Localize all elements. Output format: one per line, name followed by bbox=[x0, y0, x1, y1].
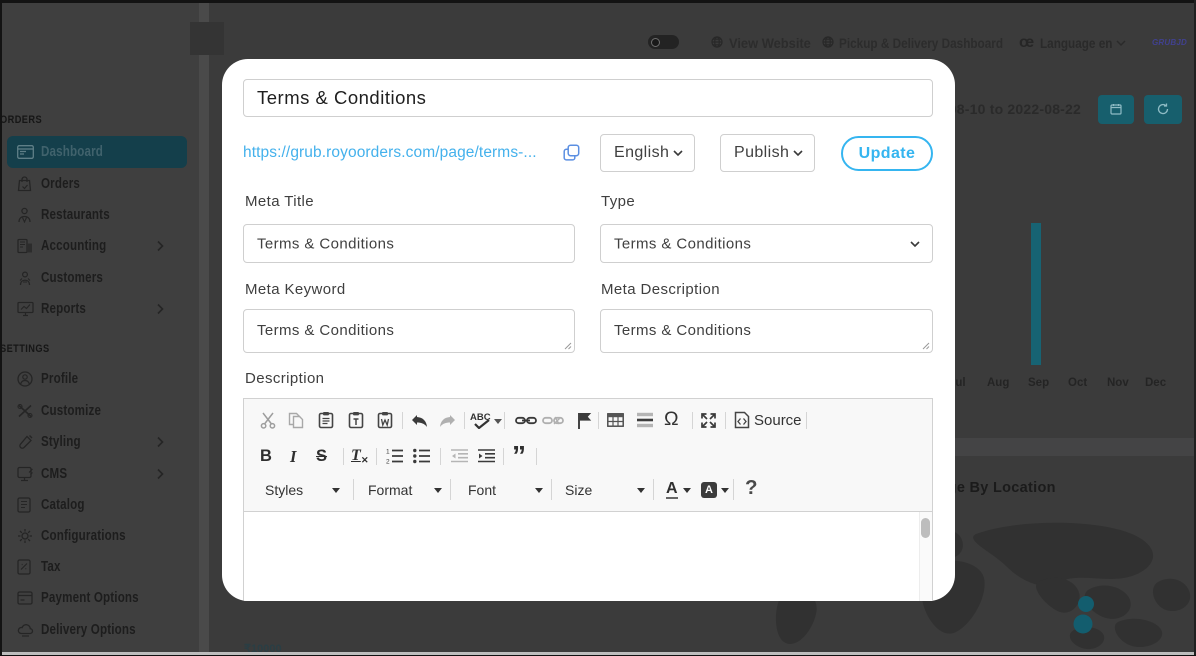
svg-text:1: 1 bbox=[386, 449, 390, 456]
svg-text:2: 2 bbox=[386, 459, 390, 465]
